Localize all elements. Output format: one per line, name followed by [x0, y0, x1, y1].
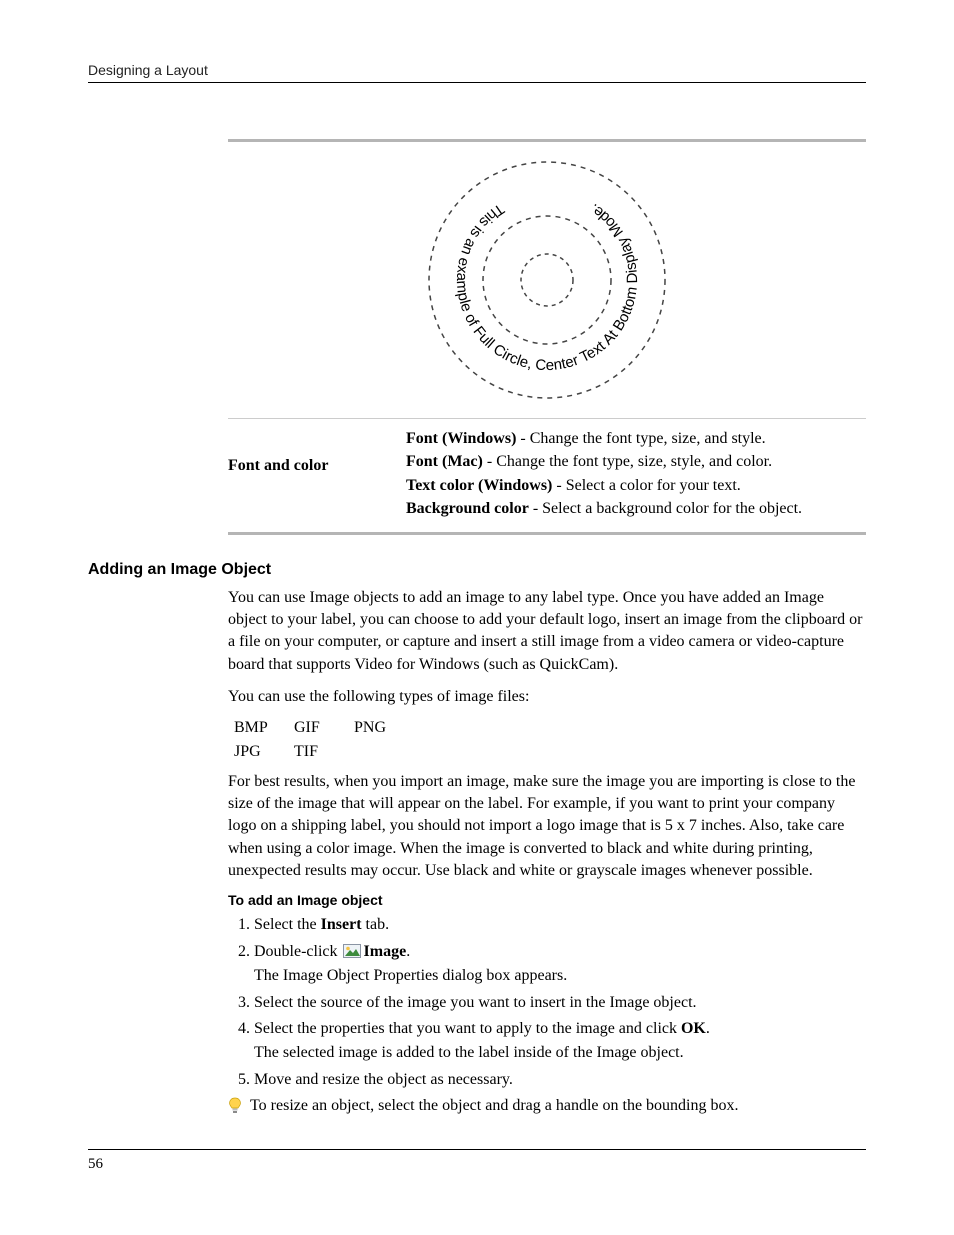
background-color-item: Background color - Select a background c…	[406, 498, 866, 520]
steps-list: Select the Insert tab. Double-click Imag…	[228, 914, 866, 1091]
file-type-gif: GIF	[294, 719, 354, 737]
section-heading: Adding an Image Object	[88, 561, 866, 579]
circular-text-figure: This is an example of Full Circle, Cente…	[228, 139, 866, 419]
font-windows-item: Font (Windows) - Change the font type, s…	[406, 428, 866, 450]
text-color-windows-desc: - Select a color for your text.	[552, 477, 740, 494]
best-results-paragraph: For best results, when you import an ima…	[228, 771, 866, 883]
step-4-sub: The selected image is added to the label…	[254, 1042, 866, 1064]
step-3: Select the source of the image you want …	[254, 992, 866, 1014]
step-4-suffix: .	[706, 1020, 710, 1037]
file-types-table: BMP GIF PNG JPG TIF	[234, 719, 866, 761]
step-1-bold: Insert	[321, 916, 362, 933]
font-windows-desc: - Change the font type, size, and style.	[516, 430, 765, 447]
tip-row: To resize an object, select the object a…	[228, 1097, 866, 1115]
background-color-desc: - Select a background color for the obje…	[529, 500, 802, 517]
intro-paragraph-1: You can use Image objects to add an imag…	[228, 587, 866, 677]
image-icon	[343, 943, 361, 957]
content-block: This is an example of Full Circle, Cente…	[228, 139, 866, 535]
font-mac-term: Font (Mac)	[406, 453, 483, 470]
lightbulb-icon	[228, 1097, 242, 1115]
tip-text: To resize an object, select the object a…	[250, 1097, 739, 1115]
step-4-prefix: Select the properties that you want to a…	[254, 1020, 681, 1037]
document-page: Designing a Layout This is an example of…	[0, 0, 954, 1235]
step-1-prefix: Select the	[254, 916, 321, 933]
svg-text:This is an example of Full Cir: This is an example of Full Circle, Cente…	[453, 200, 641, 374]
step-2-prefix: Double-click	[254, 943, 342, 960]
background-color-term: Background color	[406, 500, 529, 517]
step-5: Move and resize the object as necessary.	[254, 1069, 866, 1091]
step-2: Double-click Image. The Image Object Pro…	[254, 941, 866, 988]
text-color-windows-term: Text color (Windows)	[406, 477, 552, 494]
step-4: Select the properties that you want to a…	[254, 1018, 866, 1065]
step-1-suffix: tab.	[362, 916, 390, 933]
page-number: 56	[88, 1149, 866, 1173]
font-mac-item: Font (Mac) - Change the font type, size,…	[406, 451, 866, 473]
font-windows-term: Font (Windows)	[406, 430, 516, 447]
step-2-suffix: .	[406, 943, 410, 960]
circular-text-svg: This is an example of Full Circle, Cente…	[417, 150, 677, 410]
font-and-color-label: Font and color	[228, 427, 388, 522]
circular-text: This is an example of Full Circle, Cente…	[453, 200, 641, 374]
page-number-value: 56	[88, 1156, 103, 1172]
steps-subheading: To add an Image object	[228, 892, 866, 908]
header-title: Designing a Layout	[88, 62, 208, 78]
file-type-bmp: BMP	[234, 719, 294, 737]
font-and-color-row: Font and color Font (Windows) - Change t…	[228, 419, 866, 535]
step-2-bold: Image	[364, 943, 407, 960]
text-color-windows-item: Text color (Windows) - Select a color fo…	[406, 475, 866, 497]
step-2-sub: The Image Object Properties dialog box a…	[254, 965, 866, 987]
file-type-jpg: JPG	[234, 743, 294, 761]
file-type-png: PNG	[354, 719, 414, 737]
intro-paragraph-2: You can use the following types of image…	[228, 686, 866, 708]
step-4-bold: OK	[681, 1020, 706, 1037]
step-1: Select the Insert tab.	[254, 914, 866, 936]
font-and-color-content: Font (Windows) - Change the font type, s…	[406, 427, 866, 522]
section-content: You can use Image objects to add an imag…	[228, 587, 866, 1116]
file-type-tif: TIF	[294, 743, 354, 761]
font-mac-desc: - Change the font type, size, style, and…	[483, 453, 772, 470]
page-header: Designing a Layout	[88, 62, 866, 83]
